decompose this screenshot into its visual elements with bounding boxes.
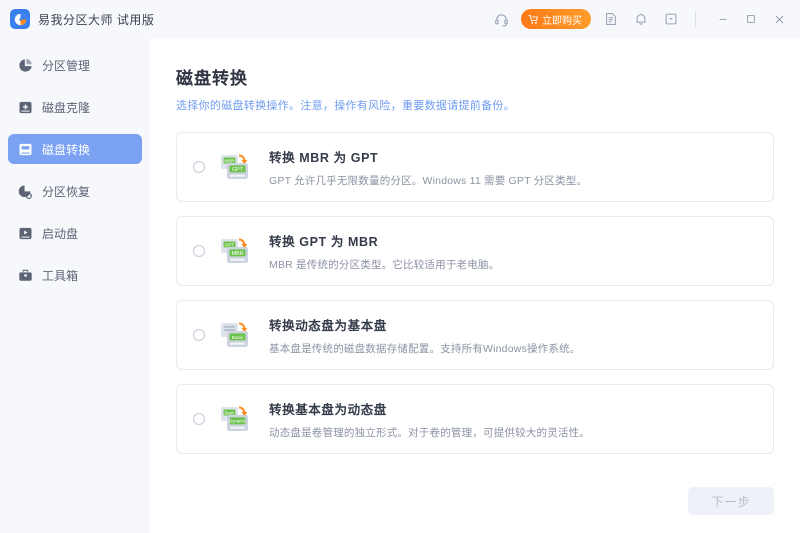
sidebar-item-disk-convert[interactable]: 磁盘转换 xyxy=(8,134,142,164)
option-texts: 转换动态盘为基本盘 基本盘是传统的磁盘数据存储配置。支持所有Windows操作系… xyxy=(269,315,581,356)
svg-text:Basic: Basic xyxy=(224,410,234,415)
pie-restore-icon xyxy=(17,183,33,199)
sidebar-item-label: 启动盘 xyxy=(42,226,79,241)
page-subtitle: 选择你的磁盘转换操作。注意，操作有风险，重要数据请提前备份。 xyxy=(176,100,515,112)
sidebar-item-toolbox[interactable]: 工具箱 xyxy=(8,260,142,290)
main-content: 磁盘转换 选择你的磁盘转换操作。注意，操作有风险，重要数据请提前备份。 MBR xyxy=(150,38,800,533)
disk-mbr-to-gpt-icon: MBR GPT xyxy=(219,150,257,184)
conversion-option-list: MBR GPT 转换 MBR 为 GPT GPT 允许几乎无限数量的分区。Win… xyxy=(176,132,774,468)
disk-plus-icon xyxy=(17,99,33,115)
option-description: GPT 允许几乎无限数量的分区。Windows 11 需要 GPT 分区类型。 xyxy=(269,174,588,187)
option-description: MBR 是传统的分区类型。它比较适用于老电脑。 xyxy=(269,258,500,271)
buy-now-button[interactable]: 立即购买 xyxy=(521,9,591,29)
svg-text:Basic: Basic xyxy=(232,335,244,341)
sidebar-item-boot-disk[interactable]: 启动盘 xyxy=(8,218,142,248)
sidebar-item-label: 分区恢复 xyxy=(42,184,91,199)
sidebar: 分区管理 磁盘克隆 磁盘转换 分区恢复 启动盘 工具箱 xyxy=(0,38,150,533)
radio-basic-to-dynamic[interactable] xyxy=(193,413,205,425)
option-description: 基本盘是传统的磁盘数据存储配置。支持所有Windows操作系统。 xyxy=(269,342,581,355)
sidebar-item-label: 工具箱 xyxy=(42,268,79,283)
option-title: 转换基本盘为动态盘 xyxy=(269,402,387,417)
bell-icon[interactable] xyxy=(631,9,651,29)
option-title: 转换 GPT 为 MBR xyxy=(269,234,379,249)
svg-text:MBR: MBR xyxy=(224,158,235,163)
option-description: 动态盘是卷管理的独立形式。对于卷的管理，可提供较大的灵活性。 xyxy=(269,426,590,439)
sidebar-item-label: 磁盘克隆 xyxy=(42,100,91,115)
svg-text:MBR: MBR xyxy=(232,251,244,257)
radio-mbr-to-gpt[interactable] xyxy=(193,161,205,173)
maximize-icon[interactable] xyxy=(738,7,764,31)
option-title: 转换动态盘为基本盘 xyxy=(269,318,387,333)
sidebar-item-label: 磁盘转换 xyxy=(42,142,91,157)
disk-gpt-to-mbr-icon: GPT MBR xyxy=(219,234,257,268)
disk-dynamic-to-basic-icon: Basic xyxy=(219,318,257,352)
option-texts: 转换基本盘为动态盘 动态盘是卷管理的独立形式。对于卷的管理，可提供较大的灵活性。 xyxy=(269,399,590,440)
cart-icon xyxy=(528,14,539,25)
title-bar: 易我分区大师 试用版 立即购买 xyxy=(0,0,800,38)
option-card-mbr-to-gpt[interactable]: MBR GPT 转换 MBR 为 GPT GPT 允许几乎无限数量的分区。Win… xyxy=(176,132,774,202)
app-name: 易我分区大师 xyxy=(38,12,114,27)
app-edition: 试用版 xyxy=(116,12,155,27)
app-title: 易我分区大师 试用版 xyxy=(38,11,154,28)
disk-basic-to-dynamic-icon: Basic Dynamic xyxy=(219,402,257,436)
titlebar-actions: 立即购买 xyxy=(491,7,792,31)
app-branding: 易我分区大师 试用版 xyxy=(10,9,154,29)
titlebar-divider xyxy=(695,11,696,27)
application-window: 易我分区大师 试用版 立即购买 分区管理 磁盘克隆 磁盘转换 分区恢复 启动盘 … xyxy=(0,0,800,533)
sidebar-item-partition-manager[interactable]: 分区管理 xyxy=(8,50,142,80)
option-title: 转换 MBR 为 GPT xyxy=(269,150,379,165)
window-controls xyxy=(710,7,792,31)
sidebar-item-label: 分区管理 xyxy=(42,58,91,73)
option-card-basic-to-dynamic[interactable]: Basic Dynamic 转换基本盘为动态盘 动态盘是卷管理的独立形式。对于卷… xyxy=(176,384,774,454)
minimize-icon[interactable] xyxy=(710,7,736,31)
svg-text:GPT: GPT xyxy=(225,242,235,247)
window-body: 分区管理 磁盘克隆 磁盘转换 分区恢复 启动盘 工具箱 磁盘转换 选择你的磁盘转… xyxy=(0,38,800,533)
footer-actions: 下一步 xyxy=(176,487,774,533)
svg-text:GPT: GPT xyxy=(232,167,244,173)
close-icon[interactable] xyxy=(766,7,792,31)
toolbox-icon xyxy=(17,267,33,283)
buy-now-label: 立即购买 xyxy=(542,15,582,27)
svg-text:Dynamic: Dynamic xyxy=(229,419,247,424)
boot-disk-icon xyxy=(17,225,33,241)
option-texts: 转换 GPT 为 MBR MBR 是传统的分区类型。它比较适用于老电脑。 xyxy=(269,231,499,272)
box-dropdown-icon[interactable] xyxy=(661,9,681,29)
document-icon[interactable] xyxy=(601,9,621,29)
headset-icon[interactable] xyxy=(491,9,511,29)
next-button[interactable]: 下一步 xyxy=(688,487,774,515)
sidebar-item-disk-clone[interactable]: 磁盘克隆 xyxy=(8,92,142,122)
option-card-gpt-to-mbr[interactable]: GPT MBR 转换 GPT 为 MBR MBR 是传统的分区类型。它比较适用于… xyxy=(176,216,774,286)
option-card-dynamic-to-basic[interactable]: Basic 转换动态盘为基本盘 基本盘是传统的磁盘数据存储配置。支持所有Wind… xyxy=(176,300,774,370)
radio-gpt-to-mbr[interactable] xyxy=(193,245,205,257)
pie-logo-icon xyxy=(10,9,30,29)
page-title: 磁盘转换 xyxy=(176,69,248,88)
radio-dynamic-to-basic[interactable] xyxy=(193,329,205,341)
sidebar-item-partition-recovery[interactable]: 分区恢复 xyxy=(8,176,142,206)
disk-convert-icon xyxy=(17,141,33,157)
option-texts: 转换 MBR 为 GPT GPT 允许几乎无限数量的分区。Windows 11 … xyxy=(269,147,587,188)
pie-chart-icon xyxy=(17,57,33,73)
